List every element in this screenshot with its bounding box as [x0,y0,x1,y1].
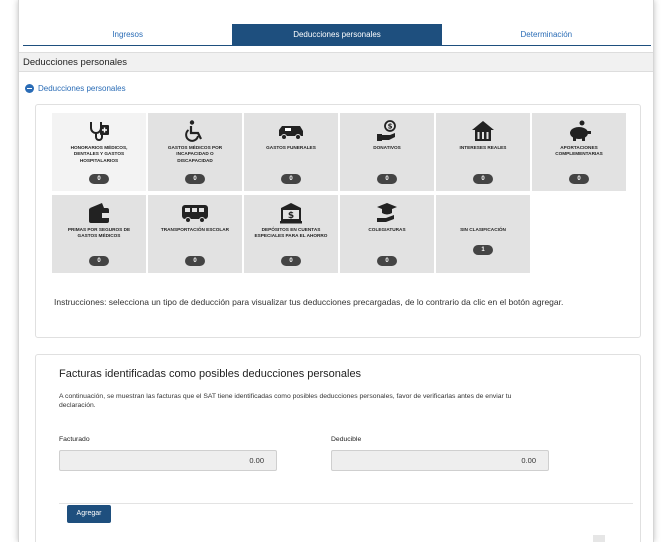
tile-gastos-funerales[interactable]: Gastos funerales 0 [244,113,338,191]
svg-text:$: $ [388,123,393,131]
count-badge: 0 [185,256,205,266]
count-badge: 0 [473,174,493,184]
scroll-handle[interactable] [593,535,605,542]
tab-ingresos[interactable]: Ingresos [23,24,233,46]
piggy-bank-icon [570,120,591,141]
deducible-label: Deducible [331,436,362,443]
tile-honorarios-medicos[interactable]: Honorarios médicos, dentales y gastos ho… [52,113,146,191]
tab-determinacion[interactable]: Determinación [441,24,651,46]
tile-primas-seguros[interactable]: Primas por seguros de gastos médicos 0 [52,195,146,273]
instructions-text: Instrucciones: selecciona un tipo de ded… [54,297,564,307]
tile-sin-clasificacion[interactable]: Sin clasificación 1 [436,195,530,273]
facturado-field: 0.00 [59,450,277,471]
divider [59,503,633,504]
wheelchair-icon [185,120,202,142]
add-button[interactable]: Agregar [67,505,111,523]
count-badge: 1 [473,245,493,255]
deducible-field: 0.00 [331,450,549,471]
count-badge: 0 [281,256,301,266]
main-window: Ingresos Deducciones personales Determin… [18,0,654,542]
collapse-minus-icon [25,84,34,93]
count-badge: 0 [569,174,589,184]
collapse-label: Deducciones personales [38,84,126,93]
section-title: Deducciones personales [19,52,653,72]
invoices-title: Facturas identificadas como posibles ded… [59,368,362,380]
tile-aportaciones[interactable]: Aportaciones complementarias 0 [532,113,626,191]
tab-deducciones-personales[interactable]: Deducciones personales [232,24,442,46]
tile-label: Colegiaturas [368,227,406,232]
tile-gastos-incapacidad[interactable]: Gastos médicos por incapacidad o discapa… [148,113,242,191]
count-badge: 0 [377,256,397,266]
donation-icon: $ [377,120,396,141]
tile-donativos[interactable]: $ Donativos 0 [340,113,434,191]
tile-transportacion-escolar[interactable]: Transportación escolar 0 [148,195,242,273]
tile-colegiaturas[interactable]: Colegiaturas 0 [340,195,434,273]
truncated-content [229,534,459,540]
graduation-icon [377,203,397,222]
svg-text:$: $ [288,211,294,221]
tile-label: Gastos funerales [266,145,316,150]
collapse-toggle[interactable]: Deducciones personales [25,84,126,93]
invoices-description: A continuación, se muestran las facturas… [59,393,512,409]
tile-label: Intereses reales [459,145,507,150]
tile-label: Primas por seguros de gastos médicos [67,227,131,239]
wallet-icon [89,203,109,223]
hearse-icon [279,126,303,140]
count-badge: 0 [377,174,397,184]
tile-label: Gastos médicos por incapacidad o discapa… [167,145,223,163]
tile-intereses-reales[interactable]: Intereses reales 0 [436,113,530,191]
house-icon [472,121,494,141]
facturado-label: Facturado [59,436,90,443]
count-badge: 0 [89,174,109,184]
bus-icon [182,205,208,223]
tile-label: Donativos [373,145,401,150]
tab-bar: Ingresos Deducciones personales Determin… [23,24,651,46]
tile-label: Depósitos en cuentas especiales para el … [254,227,328,239]
medical-icon [90,122,109,141]
tile-label: Transportación escolar [160,227,230,232]
bank-icon: $ [280,203,302,224]
tile-depositos-ahorro[interactable]: $ Depósitos en cuentas especiales para e… [244,195,338,273]
tile-label: Honorarios médicos, dentales y gastos ho… [70,145,128,163]
invoices-panel [35,354,641,542]
count-badge: 0 [281,174,301,184]
count-badge: 0 [89,256,109,266]
count-badge: 0 [185,174,205,184]
tile-label: Aportaciones complementarias [555,145,603,157]
